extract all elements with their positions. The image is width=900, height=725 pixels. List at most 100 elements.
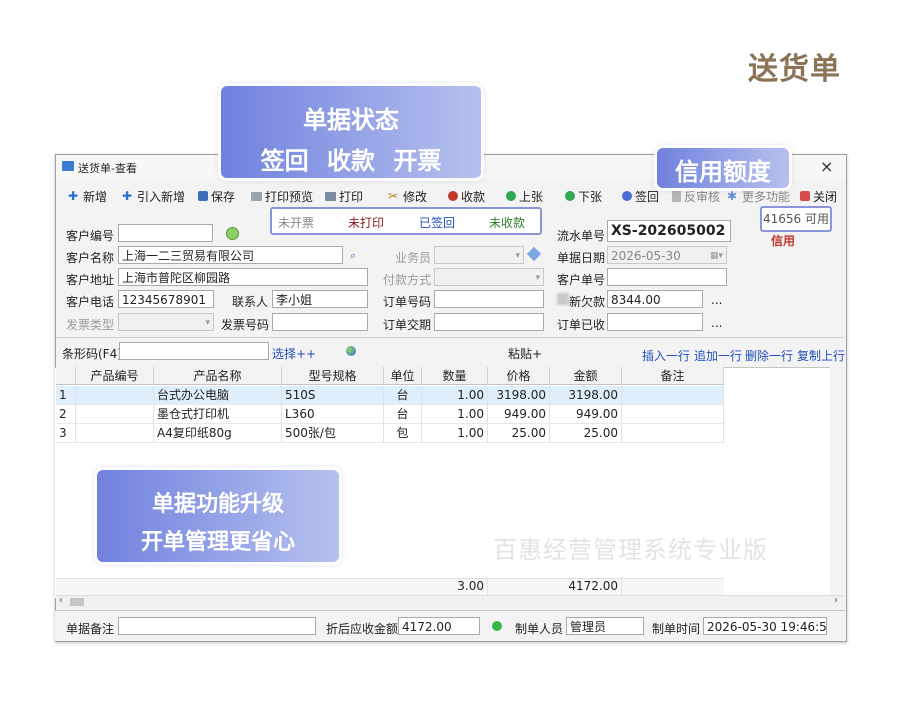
cell-spec[interactable]: 500张/包 bbox=[282, 424, 384, 443]
cell-qty[interactable]: 1.00 bbox=[422, 424, 488, 443]
maker-field[interactable]: 管理员 bbox=[566, 617, 644, 635]
cell-spec[interactable]: L360 bbox=[282, 405, 384, 424]
cell-qty[interactable]: 1.00 bbox=[422, 405, 488, 424]
invoice-no-field[interactable] bbox=[272, 313, 368, 331]
select-products-button[interactable]: 选择++ bbox=[272, 345, 316, 362]
cell-name[interactable]: 墨仓式打印机 bbox=[154, 405, 282, 424]
cell-spec[interactable]: 510S bbox=[282, 386, 384, 405]
upgrade-callout-line1: 单据功能升级 bbox=[151, 492, 284, 517]
cell-code[interactable] bbox=[76, 424, 154, 443]
order-received-field[interactable] bbox=[607, 313, 703, 331]
customer-doc-label: 客户单号 bbox=[557, 273, 606, 287]
money-bag-icon bbox=[448, 191, 458, 201]
search-icon[interactable]: ⌕ bbox=[350, 249, 356, 263]
print-button[interactable]: 打印 bbox=[325, 187, 363, 205]
column-header[interactable]: 备注 bbox=[622, 367, 724, 385]
order-date-field[interactable] bbox=[434, 313, 544, 331]
invoice-no-label: 发票号码 bbox=[221, 318, 270, 332]
salesman-label: 业务员 bbox=[395, 251, 432, 265]
more-button[interactable]: ✱ 更多功能 bbox=[727, 187, 790, 205]
order-no-field[interactable] bbox=[434, 290, 544, 308]
invoice-type-select[interactable]: ▾ bbox=[118, 313, 214, 331]
cell-amount[interactable]: 949.00 bbox=[550, 405, 622, 424]
scrollbar-thumb[interactable] bbox=[70, 598, 84, 606]
save-button[interactable]: 保存 bbox=[198, 187, 235, 205]
close-button[interactable]: 关闭 bbox=[800, 187, 837, 205]
pay-method-select[interactable]: ▾ bbox=[434, 268, 544, 286]
column-header[interactable]: 产品名称 bbox=[154, 367, 282, 385]
close-icon bbox=[800, 191, 810, 201]
cell-unit[interactable]: 台 bbox=[384, 386, 422, 405]
column-header[interactable]: 数量 bbox=[422, 367, 488, 385]
column-header[interactable]: 型号规格 bbox=[282, 367, 384, 385]
pay-method-label: 付款方式 bbox=[383, 273, 432, 287]
cell-amount[interactable]: 25.00 bbox=[550, 424, 622, 443]
customer-phone-field[interactable]: 12345678901 bbox=[118, 290, 214, 308]
globe-icon[interactable] bbox=[346, 346, 356, 356]
calendar-icon[interactable]: ▦▾ bbox=[710, 247, 723, 263]
cell-unit[interactable]: 台 bbox=[384, 405, 422, 424]
cell-qty[interactable]: 1.00 bbox=[422, 386, 488, 405]
customer-doc-field[interactable] bbox=[607, 268, 727, 286]
customer-addr-field[interactable]: 上海市普陀区柳园路 bbox=[118, 268, 368, 286]
close-window-button[interactable]: × bbox=[820, 157, 833, 176]
salesman-select[interactable]: ▾ bbox=[434, 246, 524, 264]
chevron-down-icon: ▾ bbox=[535, 273, 540, 283]
cell-code[interactable] bbox=[76, 386, 154, 405]
add-button[interactable]: ✚ 新增 bbox=[68, 187, 107, 205]
discount-field[interactable]: 4172.00 bbox=[398, 617, 480, 635]
order-received-more-button[interactable]: ... bbox=[711, 316, 722, 330]
sign-button[interactable]: 签回 bbox=[622, 187, 659, 205]
new-debt-field[interactable]: 8344.00 bbox=[607, 290, 703, 308]
unaudit-button[interactable]: 反审核 bbox=[672, 187, 720, 205]
doc-date-field[interactable]: 2026-05-30 ▦▾ bbox=[607, 246, 727, 264]
column-header[interactable]: 价格 bbox=[488, 367, 550, 385]
maker-label: 制单人员 bbox=[515, 622, 564, 636]
cell-amount[interactable]: 3198.00 bbox=[550, 386, 622, 405]
scroll-right-icon[interactable]: › bbox=[834, 595, 838, 606]
cell-name[interactable]: A4复印纸80g bbox=[154, 424, 282, 443]
time-field[interactable]: 2026-05-30 19:46:57 bbox=[703, 617, 827, 635]
cell-note[interactable] bbox=[622, 405, 724, 424]
column-header[interactable]: 产品编号 bbox=[76, 367, 154, 385]
column-header[interactable]: 单位 bbox=[384, 367, 422, 385]
note-field[interactable] bbox=[118, 617, 316, 635]
contact-field[interactable]: 李小姐 bbox=[272, 290, 368, 308]
sign-status: 已签回 bbox=[419, 216, 456, 230]
column-header[interactable]: 金额 bbox=[550, 367, 622, 385]
scroll-left-icon[interactable]: ‹ bbox=[59, 595, 63, 606]
payment-status: 未收款 bbox=[489, 216, 526, 230]
cell-note[interactable] bbox=[622, 386, 724, 405]
receive-button[interactable]: 收款 bbox=[448, 187, 485, 205]
cell-price[interactable]: 25.00 bbox=[488, 424, 550, 443]
serial-field[interactable]: XS-202605002 bbox=[607, 220, 731, 242]
total-amount: 4172.00 bbox=[550, 577, 622, 596]
lookup-icon[interactable] bbox=[226, 227, 239, 240]
cell-price[interactable]: 949.00 bbox=[488, 405, 550, 424]
copy-row-button[interactable]: 复制上行 bbox=[797, 347, 845, 364]
chevron-down-icon: ▾ bbox=[515, 251, 520, 261]
customer-code-field[interactable] bbox=[118, 224, 213, 242]
print-preview-button[interactable]: 打印预览 bbox=[251, 187, 313, 205]
import-add-button[interactable]: ✚ 引入新增 bbox=[122, 187, 185, 205]
cell-price[interactable]: 3198.00 bbox=[488, 386, 550, 405]
cell-note[interactable] bbox=[622, 424, 724, 443]
customer-name-field[interactable]: 上海一二三贸易有限公司 bbox=[118, 246, 343, 264]
barcode-input[interactable] bbox=[119, 342, 269, 360]
cell-code[interactable] bbox=[76, 405, 154, 424]
append-row-button[interactable]: 追加一行 bbox=[694, 347, 742, 364]
printer-icon bbox=[325, 191, 336, 201]
delete-row-button[interactable]: 删除一行 bbox=[745, 347, 793, 364]
next-button[interactable]: 下张 bbox=[565, 187, 602, 205]
watermark: 百惠经营管理系统专业版 bbox=[493, 536, 768, 564]
horizontal-scrollbar[interactable]: ‹ › bbox=[56, 595, 844, 608]
plus-icon: ✚ bbox=[122, 189, 133, 203]
prev-button[interactable]: 上张 bbox=[506, 187, 543, 205]
cell-unit[interactable]: 包 bbox=[384, 424, 422, 443]
edit-button[interactable]: ✂ 修改 bbox=[388, 187, 427, 205]
paste-button[interactable]: 粘贴+ bbox=[508, 345, 542, 362]
insert-row-button[interactable]: 插入一行 bbox=[642, 347, 690, 364]
doc-date-value: 2026-05-30 bbox=[611, 249, 681, 263]
new-debt-more-button[interactable]: ... bbox=[711, 293, 722, 307]
cell-name[interactable]: 台式办公电脑 bbox=[154, 386, 282, 405]
